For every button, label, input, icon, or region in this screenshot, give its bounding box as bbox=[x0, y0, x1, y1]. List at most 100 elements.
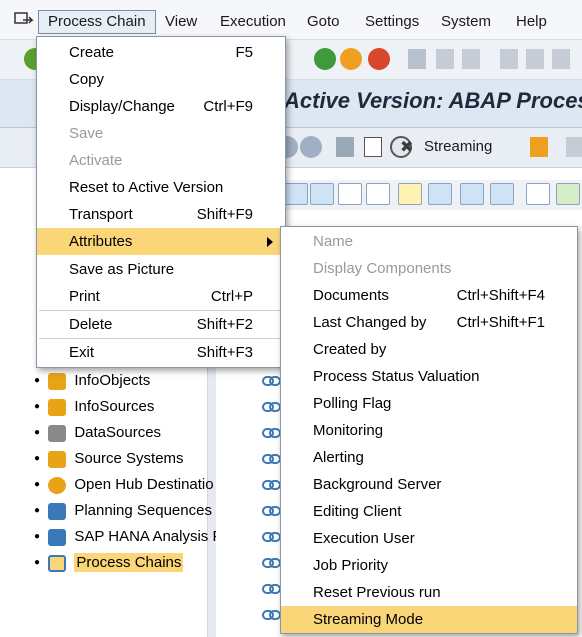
chain-row-icon[interactable] bbox=[262, 452, 282, 466]
submenu-item-polling-flag[interactable]: Polling Flag bbox=[281, 390, 577, 417]
menu-help[interactable]: Help bbox=[507, 10, 556, 34]
submenu-item-editing-client[interactable]: Editing Client bbox=[281, 498, 577, 525]
find-next-tree-icon[interactable] bbox=[366, 183, 390, 205]
submenu-item-alerting[interactable]: Alerting bbox=[281, 444, 577, 471]
menu-item-create[interactable]: Create F5 bbox=[37, 39, 285, 66]
process-chain-icon bbox=[48, 554, 67, 572]
tree-bullet: ● bbox=[34, 375, 41, 387]
menu-item-exit[interactable]: Exit Shift+F3 bbox=[37, 339, 285, 366]
system-menu-icon[interactable] bbox=[14, 12, 34, 28]
info-icon[interactable] bbox=[490, 183, 514, 205]
chain-row-icon[interactable] bbox=[262, 608, 282, 622]
menu-settings[interactable]: Settings bbox=[356, 10, 428, 34]
menu-item-attributes[interactable]: Attributes bbox=[37, 228, 285, 255]
source-system-icon bbox=[48, 450, 67, 468]
menu-item-save-as-picture[interactable]: Save as Picture bbox=[37, 256, 285, 283]
submenu-item-display-components: Display Components bbox=[313, 260, 452, 277]
exit-icon[interactable] bbox=[340, 48, 362, 70]
tree-item-datasources[interactable]: ● DataSources bbox=[34, 422, 161, 444]
tree-bullet: ● bbox=[34, 479, 41, 491]
chain-row-icon[interactable] bbox=[262, 426, 282, 440]
streaming-button[interactable]: Streaming bbox=[424, 138, 492, 155]
submenu-item-reset-previous-run[interactable]: Reset Previous run bbox=[281, 579, 577, 606]
submenu-item-streaming-mode[interactable]: Streaming Mode bbox=[281, 606, 577, 633]
tree-item-open-hub[interactable]: ● Open Hub Destinatio bbox=[34, 474, 214, 496]
back-icon[interactable] bbox=[314, 48, 336, 70]
tree-item-source-systems[interactable]: ● Source Systems bbox=[34, 448, 184, 470]
submenu-item-last-changed-by[interactable]: Last Changed by Ctrl+Shift+F1 bbox=[281, 309, 577, 336]
chain-row-icon[interactable] bbox=[262, 556, 282, 570]
previous-page-icon[interactable] bbox=[526, 49, 544, 69]
chain-row-icon[interactable] bbox=[262, 400, 282, 414]
process-chain-menu: Create F5 Copy Display/Change Ctrl+F9 Save… bbox=[36, 36, 286, 368]
tree-expand-icon[interactable] bbox=[284, 183, 308, 205]
page-title: Active Version: ABAP Proces bbox=[284, 88, 582, 113]
submenu-item-process-status-valuation[interactable]: Process Status Valuation bbox=[281, 363, 577, 390]
menu-bar: Process Chain View Execution Goto Settin… bbox=[0, 0, 582, 40]
submenu-item-documents[interactable]: Documents Ctrl+Shift+F4 bbox=[281, 282, 577, 309]
submenu-item-name: Name bbox=[313, 233, 354, 250]
chain-row-icon[interactable] bbox=[262, 504, 282, 518]
menu-item-save: Save bbox=[69, 125, 104, 142]
first-page-icon[interactable] bbox=[500, 49, 518, 69]
submenu-item-background-server[interactable]: Background Server bbox=[281, 471, 577, 498]
menu-item-reset-active-version[interactable]: Reset to Active Version bbox=[37, 174, 285, 201]
transport-icon[interactable] bbox=[556, 183, 580, 205]
more-icon[interactable] bbox=[566, 137, 582, 157]
menu-execution[interactable]: Execution bbox=[211, 10, 295, 34]
tree-item-process-chains[interactable]: ● Process Chains bbox=[34, 552, 184, 574]
chain-row-icon[interactable] bbox=[262, 374, 282, 388]
folder-icon[interactable] bbox=[460, 183, 484, 205]
chain-row-icon[interactable] bbox=[262, 530, 282, 544]
submenu-arrow-icon bbox=[267, 237, 273, 247]
arrow-icon[interactable] bbox=[526, 183, 550, 205]
cancel-icon[interactable] bbox=[368, 48, 390, 70]
submenu-item-execution-user[interactable]: Execution User bbox=[281, 525, 577, 552]
tree-bullet: ● bbox=[34, 453, 41, 465]
chain-row-icon[interactable] bbox=[262, 478, 282, 492]
streaming-close-icon[interactable]: ✖ bbox=[400, 137, 413, 157]
tree-bullet: ● bbox=[34, 557, 41, 569]
tools-icon[interactable] bbox=[336, 137, 354, 157]
attributes-submenu: Name Display Components Documents Ctrl+Sh… bbox=[280, 226, 578, 634]
menu-process-chain[interactable]: Process Chain bbox=[38, 10, 156, 34]
submenu-item-job-priority[interactable]: Job Priority bbox=[281, 552, 577, 579]
datasource-icon bbox=[48, 424, 67, 442]
submenu-item-monitoring[interactable]: Monitoring bbox=[281, 417, 577, 444]
menu-item-delete[interactable]: Delete Shift+F2 bbox=[37, 311, 285, 338]
monitor-icon[interactable] bbox=[428, 183, 452, 205]
tree-item-planning-sequences[interactable]: ● Planning Sequences bbox=[34, 500, 212, 522]
menu-item-print[interactable]: Print Ctrl+P bbox=[37, 283, 285, 310]
document-icon[interactable] bbox=[364, 137, 382, 157]
planning-icon bbox=[48, 502, 67, 520]
tree-item-hana-analysis[interactable]: ● SAP HANA Analysis P bbox=[34, 526, 222, 548]
menu-goto[interactable]: Goto bbox=[298, 10, 349, 34]
tree-item-infosources[interactable]: ● InfoSources bbox=[34, 396, 154, 418]
tree-bullet: ● bbox=[34, 531, 41, 543]
binoculars-icon[interactable] bbox=[338, 183, 362, 205]
find-icon[interactable] bbox=[436, 49, 454, 69]
hana-icon bbox=[48, 528, 67, 546]
tree-bullet: ● bbox=[34, 505, 41, 517]
menu-item-copy[interactable]: Copy bbox=[37, 66, 285, 93]
infoobject-icon bbox=[48, 372, 67, 390]
next-page-icon[interactable] bbox=[552, 49, 570, 69]
favorite-icon[interactable] bbox=[398, 183, 422, 205]
tree-bullet: ● bbox=[34, 401, 41, 413]
menu-item-transport[interactable]: Transport Shift+F9 bbox=[37, 201, 285, 228]
log-icon[interactable] bbox=[530, 137, 548, 157]
print-icon[interactable] bbox=[408, 49, 426, 69]
submenu-item-created-by[interactable]: Created by bbox=[281, 336, 577, 363]
menu-view[interactable]: View bbox=[156, 10, 206, 34]
zoom-out-icon[interactable] bbox=[300, 136, 322, 158]
infosource-icon bbox=[48, 398, 67, 416]
menu-item-activate: Activate bbox=[69, 152, 123, 169]
tree-collapse-icon[interactable] bbox=[310, 183, 334, 205]
tree-bullet: ● bbox=[34, 427, 41, 439]
open-hub-icon bbox=[48, 476, 67, 494]
chain-row-icon[interactable] bbox=[262, 582, 282, 596]
tree-item-infoobjects[interactable]: ● InfoObjects bbox=[34, 370, 150, 392]
menu-system[interactable]: System bbox=[432, 10, 500, 34]
find-next-icon[interactable] bbox=[462, 49, 480, 69]
menu-item-display-change[interactable]: Display/Change Ctrl+F9 bbox=[37, 93, 285, 120]
